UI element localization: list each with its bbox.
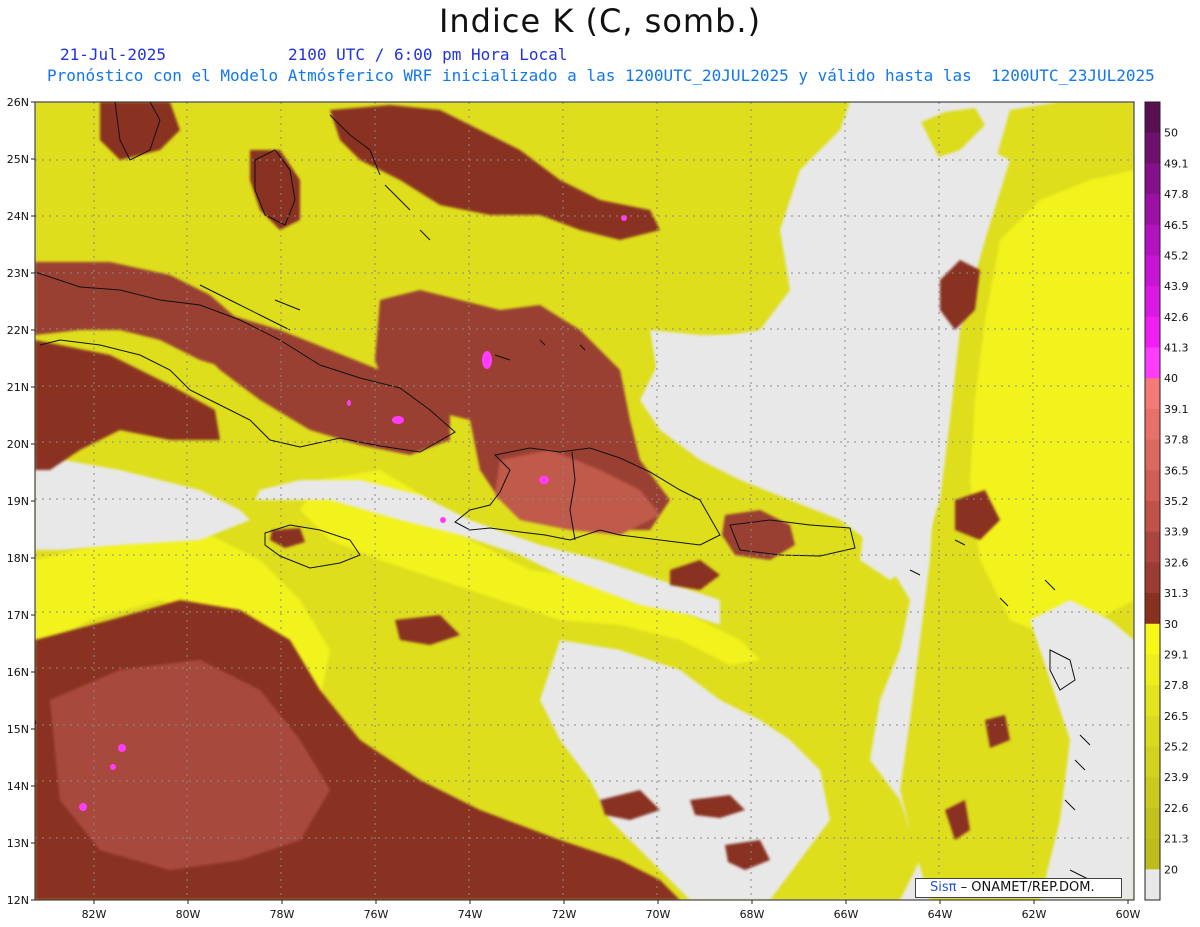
- magenta-spot-8: [440, 517, 446, 523]
- colorbar-swatch: [1145, 807, 1160, 840]
- longitude-axis: 82W 80W 78W 76W 74W 72W 70W 68W 66W 64W 62W 60W: [82, 900, 1141, 921]
- colorbar-label: 35.2: [1164, 495, 1189, 508]
- lat-label: 18N: [7, 552, 29, 565]
- lat-label: 21N: [7, 381, 29, 394]
- lat-label: 25N: [7, 153, 29, 166]
- colorbar-label: 40: [1164, 372, 1178, 385]
- latitude-axis: 26N 25N 24N 23N 22N 21N 20N 19N 18N 17N 16N 15N 14N 1…: [7, 96, 35, 907]
- lat-label: 19N: [7, 495, 29, 508]
- colorbar-swatch: [1145, 531, 1160, 563]
- lon-label: 78W: [270, 908, 295, 921]
- magenta-spot-1: [482, 351, 492, 369]
- lon-label: 74W: [458, 908, 483, 921]
- colorbar-label: 23.9: [1164, 771, 1189, 784]
- colorbar-swatch: [1145, 286, 1160, 318]
- colorbar-swatch: [1145, 623, 1160, 655]
- colorbar-label: 45.2: [1164, 249, 1189, 262]
- colorbar-label: 22.6: [1164, 802, 1189, 815]
- colorbar-swatch: [1145, 470, 1160, 502]
- lat-label: 22N: [7, 324, 29, 337]
- colorbar-label: 42.6: [1164, 311, 1189, 324]
- colorbar-label: 21.3: [1164, 833, 1189, 846]
- colorbar-swatch: [1145, 224, 1160, 256]
- colorbar-swatch: [1145, 408, 1160, 441]
- colorbar-label: 41.3: [1164, 342, 1189, 355]
- colorbar-swatch: [1145, 378, 1160, 410]
- lon-label: 60W: [1116, 908, 1141, 921]
- colorbar-label: 31.3: [1164, 587, 1189, 600]
- colorbar-label: 50: [1164, 127, 1178, 140]
- colorbar-label: 32.6: [1164, 556, 1189, 569]
- lat-label: 17N: [7, 609, 29, 622]
- colorbar-swatch: [1145, 163, 1160, 195]
- k-index-map: 26N 25N 24N 23N 22N 21N 20N 19N 18N 17N 16N 15N 14N 1…: [7, 96, 1189, 921]
- colorbar-label: 29.1: [1164, 648, 1189, 661]
- lat-label: 26N: [7, 96, 29, 109]
- lat-label: 14N: [7, 780, 29, 793]
- colorbar-label: 33.9: [1164, 526, 1189, 539]
- colorbar-label: 20: [1164, 863, 1178, 876]
- colorbar-swatch: [1145, 685, 1160, 717]
- lon-label: 66W: [834, 908, 859, 921]
- magenta-spot-4: [118, 744, 126, 752]
- colorbar-swatch: [1145, 194, 1160, 226]
- colorbar-label: 27.8: [1164, 679, 1189, 692]
- colorbar-swatch: [1145, 838, 1160, 870]
- colorbar-swatch: [1145, 439, 1160, 471]
- colorbar-label: 47.8: [1164, 188, 1189, 201]
- credit-text: – ONAMET/REP.DOM.: [956, 880, 1095, 895]
- colorbar-swatch: [1145, 777, 1160, 809]
- credit-box: Sisπ – ONAMET/REP.DOM.: [915, 878, 1122, 898]
- colorbar-swatch: [1145, 562, 1160, 594]
- magenta-spot-9: [347, 400, 351, 406]
- colorbar-label: 43.9: [1164, 280, 1189, 293]
- lat-label: 20N: [7, 438, 29, 451]
- magenta-spot-2: [392, 416, 404, 424]
- colorbar-swatch: [1145, 715, 1160, 748]
- lon-label: 70W: [646, 908, 671, 921]
- magenta-spot-6: [110, 764, 116, 770]
- colorbar: 50 49.1 47.8 46.5 45.2 43.9 42.6 41.3 40 39.1 37.8…: [1144, 101, 1189, 901]
- colorbar-swatch: [1145, 132, 1160, 164]
- colorbar-swatch: [1145, 316, 1160, 349]
- colorbar-swatch: [1145, 869, 1160, 901]
- lat-label: 16N: [7, 666, 29, 679]
- credit-brand: Sisπ: [930, 880, 957, 895]
- colorbar-label: 39.1: [1164, 403, 1189, 416]
- colorbar-swatch: [1145, 654, 1160, 686]
- lat-label: 24N: [7, 210, 29, 223]
- lon-label: 72W: [552, 908, 577, 921]
- lon-label: 82W: [82, 908, 107, 921]
- colorbar-label: 37.8: [1164, 434, 1189, 447]
- k-index-field: [35, 102, 1134, 900]
- colorbar-label: 30: [1164, 618, 1178, 631]
- lat-label: 13N: [7, 837, 29, 850]
- lat-label: 12N: [7, 894, 29, 907]
- colorbar-swatch: [1145, 593, 1160, 625]
- magenta-spot-3: [539, 476, 549, 484]
- lon-label: 68W: [740, 908, 765, 921]
- lon-label: 62W: [1022, 908, 1047, 921]
- colorbar-label: 36.5: [1164, 464, 1189, 477]
- colorbar-swatch: [1145, 347, 1160, 379]
- colorbar-label: 49.1: [1164, 157, 1189, 170]
- colorbar-label: 26.5: [1164, 710, 1189, 723]
- colorbar-swatch: [1145, 501, 1160, 533]
- lon-label: 76W: [364, 908, 389, 921]
- lat-label: 23N: [7, 267, 29, 280]
- magenta-spot-5: [79, 803, 87, 811]
- lon-label: 64W: [928, 908, 953, 921]
- colorbar-label: 25.2: [1164, 741, 1189, 754]
- lon-label: 80W: [176, 908, 201, 921]
- colorbar-swatch: [1145, 746, 1160, 778]
- colorbar-swatch: [1145, 255, 1160, 287]
- lat-label: 15N: [7, 723, 29, 736]
- colorbar-label: 46.5: [1164, 219, 1189, 232]
- colorbar-swatch: [1145, 102, 1160, 134]
